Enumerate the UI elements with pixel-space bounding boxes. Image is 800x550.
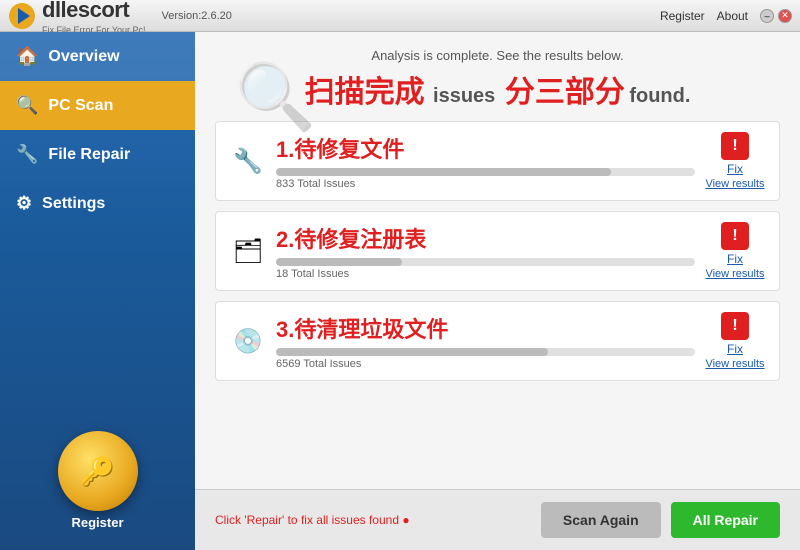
view-results-disk[interactable]: View results: [705, 358, 764, 370]
bottom-bar: Click 'Repair' to fix all issues found ●…: [195, 489, 800, 550]
scan-again-button[interactable]: Scan Again: [541, 502, 661, 538]
home-icon: 🏠: [16, 46, 38, 67]
scan-complete-banner: 🔍 扫描完成 issues 分三部分 found.: [215, 67, 780, 111]
disk-icon: 💿: [230, 323, 266, 359]
app-name: dllescort: [42, 0, 129, 23]
register-icon: 🔑: [58, 431, 138, 511]
result-count-registry: 18 Total Issues: [276, 268, 695, 280]
repair-hint: Click 'Repair' to fix all issues found ●: [215, 513, 410, 527]
fix-link-disk[interactable]: Fix: [727, 342, 743, 356]
issues-label: issues: [433, 85, 501, 107]
progress-fill-disk: [276, 348, 548, 356]
window-controls: – ✕: [760, 9, 792, 23]
sidebar-register[interactable]: 🔑 Register: [58, 431, 138, 530]
bottom-buttons: Scan Again All Repair: [541, 502, 780, 538]
scan-complete-text: 扫描完成: [305, 76, 425, 109]
close-button[interactable]: ✕: [778, 9, 792, 23]
sidebar-item-file-repair-label: File Repair: [48, 146, 130, 164]
three-parts-text: 分三部分: [505, 76, 625, 109]
register-label: Register: [58, 515, 138, 530]
result-item-disk: 💿 3.待清理垃圾文件 6569 Total Issues ! Fix View…: [215, 301, 780, 381]
sidebar-item-pc-scan[interactable]: 🔍 PC Scan: [0, 81, 195, 130]
result-actions-file-repair: ! Fix View results: [705, 132, 765, 190]
sidebar-item-settings[interactable]: ⚙ Settings: [0, 179, 195, 228]
view-results-registry[interactable]: View results: [705, 268, 764, 280]
result-title-registry: 2.待修复注册表: [276, 222, 695, 254]
search-icon: 🔍: [16, 95, 38, 116]
sidebar-item-pc-scan-label: PC Scan: [48, 97, 113, 115]
content-area: Analysis is complete. See the results be…: [195, 32, 800, 550]
register-link[interactable]: Register: [660, 9, 705, 23]
result-actions-disk: ! Fix View results: [705, 312, 765, 370]
app-name-group: dllescort Fix File Error For Your Pc!: [42, 0, 146, 35]
about-link[interactable]: About: [717, 9, 748, 23]
found-label: found.: [629, 85, 690, 107]
sidebar-item-file-repair[interactable]: 🔧 File Repair: [0, 130, 195, 179]
main-layout: 🏠 Overview 🔍 PC Scan 🔧 File Repair ⚙ Set…: [0, 32, 800, 550]
results-area: Analysis is complete. See the results be…: [195, 32, 800, 489]
gear-icon: ⚙: [16, 193, 32, 214]
result-item-registry: 🗂 2.待修复注册表 18 Total Issues ! Fix View re…: [215, 211, 780, 291]
registry-icon: 🗂: [230, 233, 266, 269]
result-info-disk: 3.待清理垃圾文件 6569 Total Issues: [276, 312, 695, 370]
sidebar-item-settings-label: Settings: [42, 195, 105, 213]
version-text: Version:2.6.20: [162, 10, 232, 22]
fix-link-registry[interactable]: Fix: [727, 252, 743, 266]
result-count-disk: 6569 Total Issues: [276, 358, 695, 370]
all-repair-button[interactable]: All Repair: [671, 502, 780, 538]
sidebar-item-overview[interactable]: 🏠 Overview: [0, 32, 195, 81]
result-title-disk: 3.待清理垃圾文件: [276, 312, 695, 344]
sidebar-item-overview-label: Overview: [48, 48, 119, 66]
wrench-icon: 🔧: [16, 144, 38, 165]
result-info-registry: 2.待修复注册表 18 Total Issues: [276, 222, 695, 280]
title-bar-right: Register About – ✕: [660, 9, 792, 23]
repair-hint-text: Click 'Repair' to fix all issues found: [215, 513, 399, 527]
progress-fill-registry: [276, 258, 402, 266]
progress-bar-disk: [276, 348, 695, 356]
result-count-file-repair: 833 Total Issues: [276, 178, 695, 190]
warning-icon-file-repair: !: [721, 132, 749, 160]
result-title-file-repair: 1.待修复文件: [276, 132, 695, 164]
view-results-file-repair[interactable]: View results: [705, 178, 764, 190]
progress-bar-file-repair: [276, 168, 695, 176]
title-bar: dllescort Fix File Error For Your Pc! Ve…: [0, 0, 800, 32]
app-logo-icon: [8, 2, 36, 30]
fix-link-file-repair[interactable]: Fix: [727, 162, 743, 176]
result-info-file-repair: 1.待修复文件 833 Total Issues: [276, 132, 695, 190]
progress-bar-registry: [276, 258, 695, 266]
minimize-button[interactable]: –: [760, 9, 774, 23]
progress-fill-file-repair: [276, 168, 611, 176]
warning-icon-disk: !: [721, 312, 749, 340]
title-bar-left: dllescort Fix File Error For Your Pc! Ve…: [8, 0, 232, 35]
bg-magnifier-icon: 🔍: [235, 59, 316, 135]
warning-icon-registry: !: [721, 222, 749, 250]
repair-hint-dot: ●: [402, 513, 409, 527]
file-repair-icon: 🔧: [230, 143, 266, 179]
result-actions-registry: ! Fix View results: [705, 222, 765, 280]
sidebar: 🏠 Overview 🔍 PC Scan 🔧 File Repair ⚙ Set…: [0, 32, 195, 550]
